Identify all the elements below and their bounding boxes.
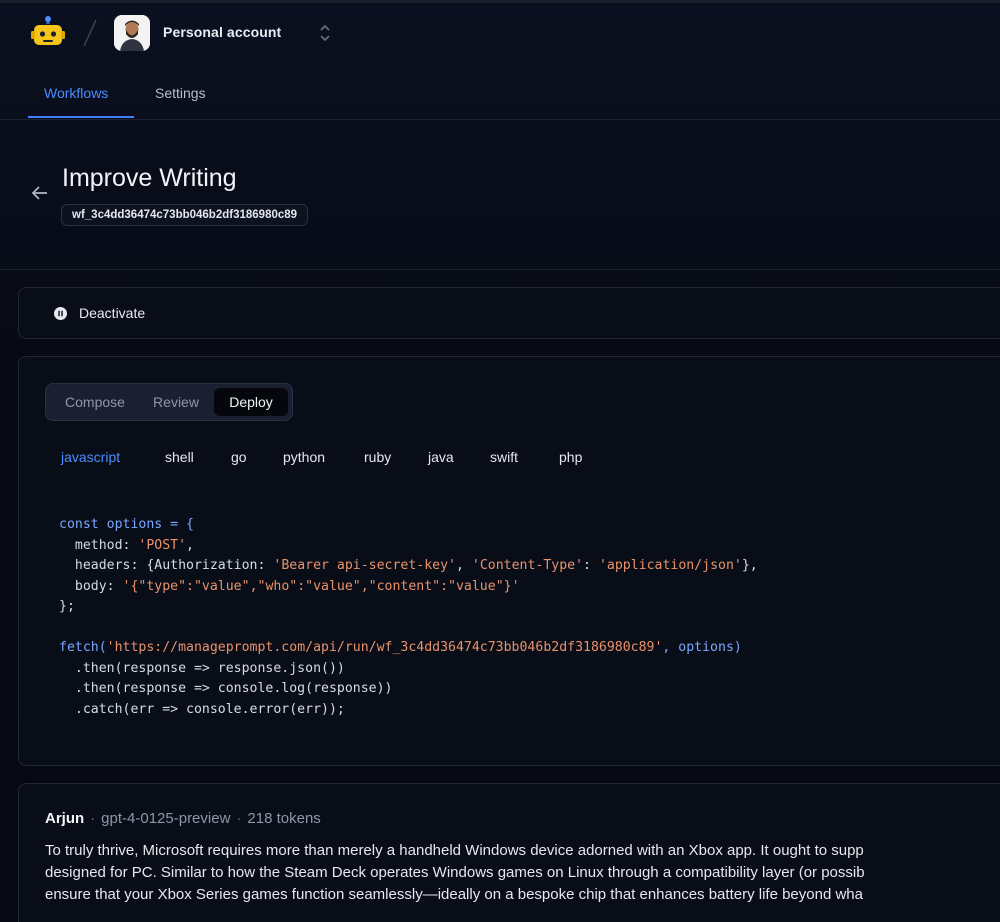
output-line: ensure that your Xbox Series games funct…	[45, 886, 863, 903]
lang-tab-java[interactable]: java	[428, 449, 454, 465]
run-tokens: 218 tokens	[247, 810, 321, 827]
mode-review-button[interactable]: Review	[144, 388, 208, 416]
code-line-3-punct2: :	[583, 558, 599, 573]
lang-tab-php[interactable]: php	[559, 449, 582, 465]
tab-settings[interactable]: Settings	[155, 85, 206, 101]
code-line-3-ct-key: 'Content-Type'	[471, 558, 584, 573]
lang-tab-ruby[interactable]: ruby	[364, 449, 391, 465]
page-title: Improve Writing	[62, 164, 237, 192]
page: Personal account Workflows Settings Impr…	[0, 0, 1000, 922]
code-line-7-fn: fetch(	[59, 640, 107, 655]
code-line-9: .then(response => console.log(response))	[59, 681, 393, 696]
code-line-3-punct3: },	[741, 558, 758, 573]
code-line-3-key: headers: {Authorization:	[59, 558, 274, 573]
code-line-7-url: 'https://manageprompt.com/api/run/wf_3c4…	[106, 640, 663, 655]
run-result-card: Arjun · gpt-4-0125-preview · 218 tokens To t…	[18, 783, 1000, 922]
mode-compose-button[interactable]: Compose	[54, 388, 136, 416]
lang-tab-javascript[interactable]: javascript	[61, 449, 120, 465]
pause-icon	[54, 307, 67, 320]
code-line-3-punct1: ,	[456, 558, 472, 573]
workflow-id-badge[interactable]: wf_3c4dd36474c73bb046b2df3186980c89	[61, 204, 309, 226]
output-line: designed for PC. Similar to how the Stea…	[45, 864, 865, 881]
run-model: gpt-4-0125-preview	[101, 810, 231, 827]
code-line-1: const options = {	[59, 517, 194, 532]
output-line: To truly thrive, Microsoft requires more…	[45, 842, 864, 859]
section-divider	[0, 269, 1000, 270]
code-line-2-punct: ,	[186, 537, 194, 553]
deactivate-button[interactable]: Deactivate	[18, 287, 1000, 339]
code-line-8: .then(response => response.json())	[59, 660, 345, 676]
account-avatar[interactable]	[114, 15, 150, 51]
code-line-2-key: method:	[59, 537, 139, 553]
lang-tab-shell[interactable]: shell	[165, 449, 194, 465]
robot-logo-icon[interactable]	[31, 16, 65, 50]
run-author: Arjun	[45, 810, 85, 827]
deploy-panel: Compose Review Deploy javascript shell g…	[18, 356, 1000, 766]
run-output-text: To truly thrive, Microsoft requires more…	[45, 840, 1000, 906]
breadcrumb-slash-icon	[83, 19, 97, 47]
lang-tab-go[interactable]: go	[231, 449, 247, 465]
back-arrow-icon[interactable]	[30, 183, 50, 203]
run-meta: Arjun · gpt-4-0125-preview · 218 tokens	[45, 810, 321, 827]
active-tab-indicator	[28, 116, 134, 118]
code-line-4-body: '{"type":"value","who":"value","content"…	[122, 578, 520, 594]
mode-deploy-button[interactable]: Deploy	[214, 388, 288, 416]
code-line-4-key: body:	[59, 578, 123, 594]
chevron-up-down-icon[interactable]	[318, 22, 332, 44]
meta-separator: ·	[90, 810, 96, 827]
lang-tab-python[interactable]: python	[283, 449, 325, 465]
lang-tab-swift[interactable]: swift	[490, 449, 518, 465]
tab-workflows[interactable]: Workflows	[44, 85, 108, 101]
mode-segmented-control: Compose Review Deploy	[45, 383, 293, 421]
code-line-3-auth: 'Bearer api-secret-key'	[273, 558, 456, 573]
meta-separator: ·	[236, 810, 242, 827]
account-switcher-label[interactable]: Personal account	[163, 24, 281, 40]
code-snippet[interactable]: const options = { method: 'POST', header…	[59, 515, 758, 720]
code-line-5: };	[59, 599, 75, 614]
code-line-10: .catch(err => console.error(err));	[59, 701, 345, 717]
code-line-3-ct-value: 'application/json'	[598, 558, 742, 573]
avatar-person-icon	[114, 15, 150, 51]
deactivate-label: Deactivate	[79, 305, 146, 321]
code-line-2-string: 'POST'	[138, 537, 187, 553]
code-line-7-rest: , options)	[662, 640, 742, 655]
app-header: Personal account Workflows Settings	[0, 0, 1000, 120]
